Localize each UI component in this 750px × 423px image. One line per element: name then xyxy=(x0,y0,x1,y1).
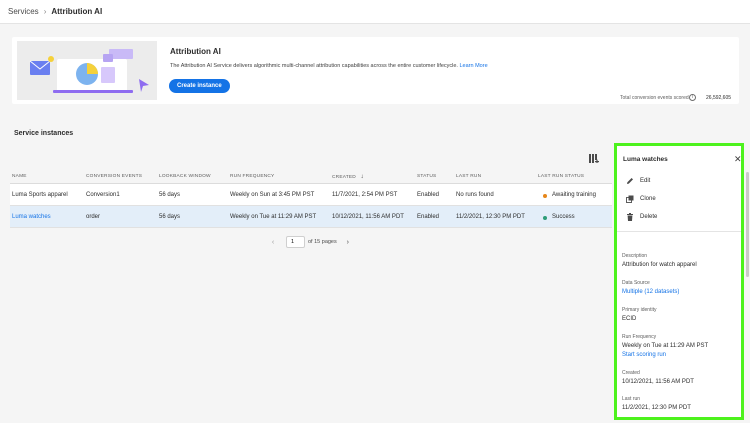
service-instances-table: NAME CONVERSION EVENTS LOOKBACK WINDOW R… xyxy=(10,168,612,228)
instance-detail-panel: Luma watches ✕ Edit Clone Delete Descrip… xyxy=(614,143,744,420)
chevron-right-icon: › xyxy=(43,7,47,16)
column-header-created[interactable]: CREATED ↓ xyxy=(332,174,364,180)
page-number-input[interactable] xyxy=(286,236,305,248)
delete-label: Delete xyxy=(640,214,658,220)
section-title: Service instances xyxy=(14,130,74,137)
status-dot-icon xyxy=(543,215,547,220)
lookback-window-cell: 56 days xyxy=(159,214,181,220)
table-row[interactable]: Luma Sports apparel Conversion1 56 days … xyxy=(10,184,612,206)
status-dot-icon xyxy=(543,193,547,198)
delete-icon xyxy=(626,213,634,221)
attribution-illustration xyxy=(17,41,157,100)
run-frequency-cell: Weekly on Tue at 11:29 AM PST xyxy=(230,214,317,220)
created-value: 10/12/2021, 11:56 AM PDT xyxy=(622,379,694,385)
last-run-status-cell: Awaiting training xyxy=(552,192,596,198)
primary-identity-value: ECID xyxy=(622,316,637,322)
instance-name[interactable]: Luma Sports apparel xyxy=(12,192,68,198)
edit-label: Edit xyxy=(640,178,651,184)
page-scrollbar[interactable] xyxy=(746,172,749,277)
column-header-conversion-events[interactable]: CONVERSION EVENTS xyxy=(86,174,142,179)
created-label: Created xyxy=(622,370,640,376)
last-run-value: 11/2/2021, 12:30 PM PDT xyxy=(622,405,691,411)
clone-label: Clone xyxy=(640,196,656,202)
edit-icon xyxy=(626,177,634,185)
clone-action[interactable]: Clone xyxy=(626,195,656,203)
description-label: Description xyxy=(622,253,648,259)
conversion-events-cell: order xyxy=(86,214,101,220)
run-frequency-cell: Weekly on Sun at 3:45 PM PST xyxy=(230,192,315,198)
delete-action[interactable]: Delete xyxy=(626,213,657,221)
chevron-left-icon[interactable]: ‹ xyxy=(268,239,278,246)
conversion-events-cell: Conversion1 xyxy=(86,192,120,198)
clone-icon xyxy=(626,195,634,203)
created-cell: 10/12/2021, 11:56 AM PDT xyxy=(332,214,404,220)
create-instance-button[interactable]: Create instance xyxy=(169,79,230,93)
column-header-run-frequency[interactable]: RUN FREQUENCY xyxy=(230,174,274,179)
service-card: Attribution AI The Attribution AI Servic… xyxy=(12,37,739,104)
column-header-last-run-status[interactable]: LAST RUN STATUS xyxy=(538,174,584,179)
data-source-label: Data Source xyxy=(622,280,650,286)
column-header-lookback-window[interactable]: LOOKBACK WINDOW xyxy=(159,174,211,179)
column-header-last-run[interactable]: LAST RUN xyxy=(456,174,481,179)
created-cell: 11/7/2021, 2:54 PM PST xyxy=(332,192,398,198)
page-count-text: of 15 pages xyxy=(308,239,337,245)
panel-title: Luma watches xyxy=(623,156,668,163)
service-title: Attribution AI xyxy=(170,47,221,56)
learn-more-link[interactable]: Learn More xyxy=(460,63,488,69)
last-run-label: Last run xyxy=(622,396,641,402)
pagination: ‹ of 15 pages › xyxy=(268,236,353,248)
last-run-cell: 11/2/2021, 12:30 PM PDT xyxy=(456,214,525,220)
run-frequency-label: Run Frequency xyxy=(622,334,657,340)
table-header: NAME CONVERSION EVENTS LOOKBACK WINDOW R… xyxy=(10,168,612,184)
breadcrumb: Services › Attribution AI xyxy=(0,0,750,24)
column-header-created-label: CREATED xyxy=(332,175,356,180)
service-description: The Attribution AI Service delivers algo… xyxy=(170,63,488,69)
description-value: Attribution for watch apparel xyxy=(622,262,697,268)
chevron-right-icon[interactable]: › xyxy=(343,239,353,246)
sort-down-icon: ↓ xyxy=(360,174,364,180)
instance-name[interactable]: Luma watches xyxy=(12,214,51,220)
column-header-name[interactable]: NAME xyxy=(12,174,27,179)
table-row[interactable]: Luma watches order 56 days Weekly on Tue… xyxy=(10,206,612,228)
column-settings-icon[interactable] xyxy=(589,150,599,164)
run-frequency-value: Weekly on Tue at 11:29 AM PST xyxy=(622,343,709,349)
breadcrumb-services-link[interactable]: Services xyxy=(8,7,39,16)
service-description-text: The Attribution AI Service delivers algo… xyxy=(170,63,458,69)
conversion-events-value: 26,592,605 xyxy=(706,95,732,101)
breadcrumb-current: Attribution AI xyxy=(51,7,103,16)
primary-identity-label: Primary identity xyxy=(622,307,657,313)
status-cell: Enabled xyxy=(417,192,440,198)
info-icon[interactable]: i xyxy=(689,94,696,101)
status-cell: Enabled xyxy=(417,214,440,220)
start-scoring-run-link[interactable]: Start scoring run xyxy=(622,352,666,358)
edit-action[interactable]: Edit xyxy=(626,177,650,185)
panel-divider xyxy=(617,231,741,232)
last-run-status-cell: Success xyxy=(552,214,575,220)
column-header-status[interactable]: STATUS xyxy=(417,174,436,179)
last-run-cell: No runs found xyxy=(456,192,494,198)
data-source-link[interactable]: Multiple (12 datasets) xyxy=(622,289,679,295)
close-icon[interactable]: ✕ xyxy=(734,155,741,164)
lookback-window-cell: 56 days xyxy=(159,192,181,198)
conversion-events-label: Total conversion events scored xyxy=(620,95,689,101)
